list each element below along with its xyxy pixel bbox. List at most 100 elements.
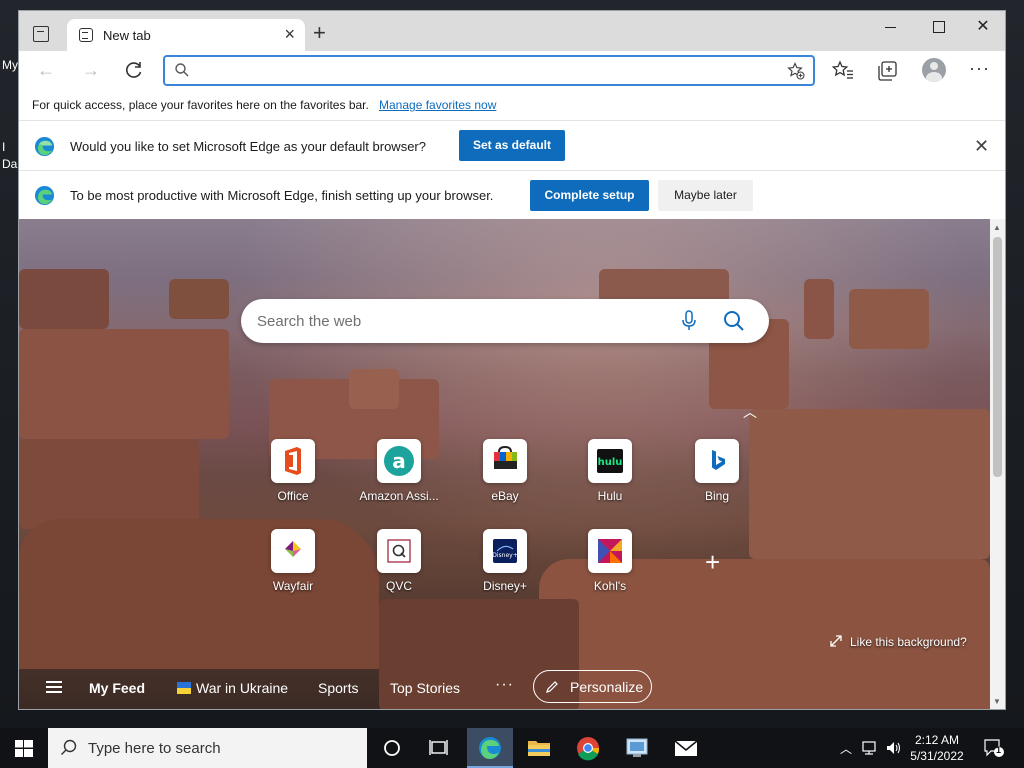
desktop-icon-label[interactable]: Da [2,157,17,171]
maximize-button[interactable] [915,11,961,43]
expand-icon [830,635,842,647]
edge-logo-icon [34,136,55,157]
task-view-button[interactable] [416,728,462,768]
new-tab-button[interactable]: + [313,22,326,44]
tile-label: QVC [385,579,412,593]
like-background-link[interactable]: Like this background? [830,635,967,649]
minimize-button[interactable] [868,11,914,43]
network-icon[interactable] [862,741,880,755]
tile-label: Wayfair [272,579,314,593]
tab-actions-icon[interactable] [33,26,49,42]
background-rock [804,279,834,339]
quick-link-office[interactable]: Office [248,439,338,503]
setup-message: To be most productive with Microsoft Edg… [70,188,494,203]
quick-link-disney-plus[interactable]: Disney+ Disney+ [460,529,550,593]
show-hidden-icons-icon[interactable]: ︿ [840,740,852,757]
background-rock [169,279,229,319]
disney-plus-icon: Disney+ [483,529,527,573]
profile-avatar[interactable] [922,58,946,82]
microphone-icon[interactable] [681,310,697,332]
tab-top-stories[interactable]: Top Stories [390,680,460,696]
hamburger-menu-icon[interactable] [46,681,62,693]
control-panel-icon [626,738,648,757]
tab-war-in-ukraine[interactable]: War in Ukraine [196,680,288,696]
personalize-label: Personalize [570,679,644,695]
close-tab-icon[interactable]: × [284,25,295,43]
set-as-default-button[interactable]: Set as default [459,130,565,161]
windows-start-icon[interactable] [15,740,33,757]
maybe-later-button[interactable]: Maybe later [658,180,753,211]
default-browser-message: Would you like to set Microsoft Edge as … [70,139,426,154]
collections-icon[interactable] [876,60,898,82]
quick-link-amazon-assistant[interactable]: a Amazon Assi... [354,439,444,503]
office-icon [271,439,315,483]
system-clock[interactable]: 2:12 AM 5/31/2022 [902,732,972,764]
notification-count: 1 [996,745,1002,755]
tile-label: eBay [491,489,519,503]
tile-label: Bing [704,489,730,503]
svg-text:Disney+: Disney+ [492,552,518,559]
refresh-button[interactable] [122,59,146,81]
file-explorer-button[interactable] [516,728,562,768]
web-search-box[interactable]: Search the web [241,299,769,343]
personalize-button[interactable]: Personalize [533,670,652,703]
taskbar-search-input[interactable]: Type here to search [88,740,221,757]
add-site-button[interactable]: + [705,549,720,575]
search-icon[interactable] [723,310,745,332]
edge-window: New tab × + ✕ ← → ··· For quick access, … [18,10,1006,710]
folder-icon [528,741,550,756]
quick-link-qvc[interactable]: QVC [354,529,444,593]
add-favorite-icon[interactable] [787,62,805,80]
taskbar: Type here to search ︿ 2:12 AM 5/31/2022 … [0,728,1024,768]
background-rock [19,329,229,439]
mail-button[interactable] [663,728,709,768]
tab-new-tab[interactable]: New tab × [67,19,305,52]
tile-label: Disney+ [483,579,527,593]
taskbar-edge-button[interactable] [467,728,513,768]
favorites-icon[interactable] [832,60,854,82]
default-browser-infobar: Would you like to set Microsoft Edge as … [19,122,1005,171]
back-button[interactable]: ← [34,59,58,81]
favorites-bar: For quick access, place your favorites h… [19,89,1005,121]
address-bar[interactable] [163,55,815,86]
edge-logo-icon [34,185,55,206]
tab-my-feed[interactable]: My Feed [89,680,145,696]
feed-more-button[interactable]: ··· [495,676,514,694]
kohls-icon [588,529,632,573]
manage-favorites-link[interactable]: Manage favorites now [379,98,496,112]
quick-link-bing[interactable]: Bing [672,439,762,503]
forward-button[interactable]: → [79,59,103,81]
close-infobar-icon[interactable]: ✕ [974,136,989,157]
taskbar-search-box[interactable]: Type here to search [48,728,367,768]
chrome-button[interactable] [565,728,611,768]
scrollbar-thumb[interactable] [993,237,1002,477]
scroll-up-icon[interactable]: ▲ [993,223,1001,232]
desktop-icon-label[interactable]: My [2,58,18,72]
page-scrollbar[interactable]: ▲ ▼ [990,219,1005,709]
setup-infobar: To be most productive with Microsoft Edg… [19,171,1005,219]
scroll-down-icon[interactable]: ▼ [993,697,1001,706]
amazon-assistant-icon: a [377,439,421,483]
settings-more-button[interactable]: ··· [969,58,990,79]
favorites-bar-hint: For quick access, place your favorites h… [32,98,369,112]
desktop-icon-label[interactable]: I [2,140,5,154]
quick-link-hulu[interactable]: hulu Hulu [565,439,655,503]
chevron-up-icon[interactable]: ︿ [743,402,757,422]
control-panel-button[interactable] [614,728,660,768]
volume-icon[interactable] [886,741,902,755]
close-window-button[interactable]: ✕ [960,11,1005,43]
cortana-button[interactable] [369,728,415,768]
quick-link-kohls[interactable]: Kohl's [565,529,655,593]
action-center-button[interactable]: 1 [983,738,1005,758]
mail-icon [674,740,698,756]
like-background-label: Like this background? [850,635,967,649]
svg-text:hulu: hulu [598,457,623,468]
tile-label: Amazon Assi... [359,489,439,503]
chrome-icon [577,737,600,761]
tab-sports[interactable]: Sports [318,680,358,696]
hulu-icon: hulu [588,439,632,483]
quick-link-wayfair[interactable]: Wayfair [248,529,338,593]
quick-link-ebay[interactable]: eBay [460,439,550,503]
complete-setup-button[interactable]: Complete setup [530,180,649,211]
search-input[interactable]: Search the web [257,313,361,330]
